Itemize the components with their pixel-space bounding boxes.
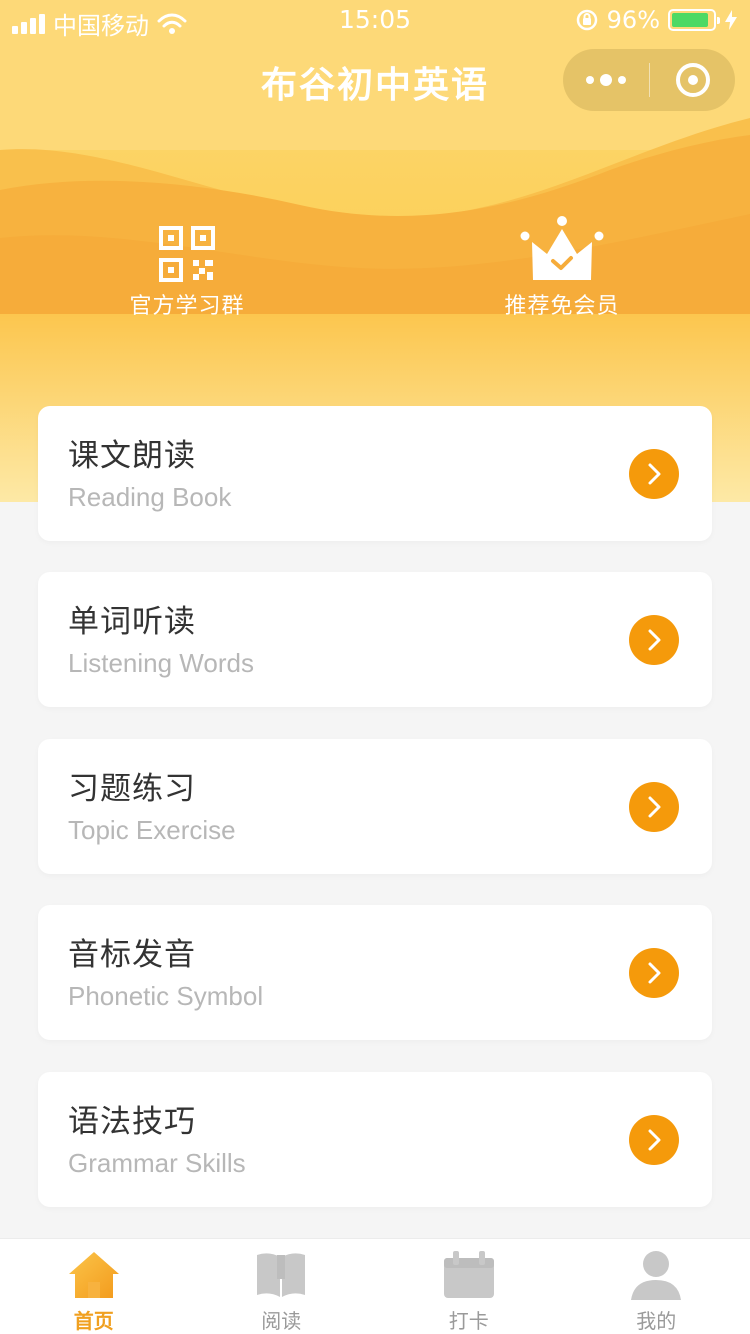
close-icon <box>675 63 710 97</box>
tab-home[interactable]: 首页 <box>0 1239 188 1334</box>
card-title: 课文朗读 <box>68 438 196 474</box>
menu-card-grammar-skills[interactable]: 语法技巧 Grammar Skills <box>38 1072 712 1207</box>
tab-reading[interactable]: 阅读 <box>188 1239 376 1334</box>
tab-label: 打卡 <box>448 1309 489 1333</box>
user-icon <box>630 1249 682 1301</box>
card-subtitle: Phonetic Symbol <box>68 981 264 1011</box>
miniprogram-capsule <box>563 49 735 111</box>
menu-card-topic-exercise[interactable]: 习题练习 Topic Exercise <box>38 739 712 874</box>
battery-icon <box>668 9 720 31</box>
quick-action-study-group[interactable]: 官方学习群 <box>77 210 297 320</box>
more-button[interactable] <box>563 49 649 111</box>
menu-card-phonetic-symbol[interactable]: 音标发音 Phonetic Symbol <box>38 905 712 1040</box>
card-title: 音标发音 <box>68 937 196 973</box>
card-subtitle: Grammar Skills <box>68 1148 246 1178</box>
status-bar: 中国移动 15:05 96% <box>0 0 750 40</box>
book-icon <box>255 1249 307 1301</box>
card-title: 语法技巧 <box>68 1104 196 1140</box>
chevron-right-icon[interactable] <box>629 449 679 499</box>
battery-percent: 96% <box>606 6 660 34</box>
chevron-right-icon[interactable] <box>629 948 679 998</box>
chevron-right-icon[interactable] <box>629 615 679 665</box>
card-subtitle: Topic Exercise <box>68 815 236 845</box>
tab-label: 首页 <box>73 1309 114 1333</box>
quick-action-label: 推荐免会员 <box>504 294 620 319</box>
menu-card-reading-book[interactable]: 课文朗读 Reading Book <box>38 406 712 541</box>
crown-icon <box>452 210 672 282</box>
quick-action-free-membership[interactable]: 推荐免会员 <box>452 210 672 320</box>
qrcode-icon <box>77 210 297 282</box>
charging-icon <box>725 10 737 30</box>
tab-mine[interactable]: 我的 <box>563 1239 750 1334</box>
menu-card-listening-words[interactable]: 单词听读 Listening Words <box>38 572 712 707</box>
orientation-lock-icon <box>576 9 597 31</box>
close-button[interactable] <box>650 49 735 111</box>
card-subtitle: Reading Book <box>68 482 232 512</box>
card-title: 习题练习 <box>68 771 196 807</box>
tab-bar: 首页 阅读 打卡 我的 <box>0 1238 750 1334</box>
chevron-right-icon[interactable] <box>629 1115 679 1165</box>
tab-checkin[interactable]: 打卡 <box>375 1239 563 1334</box>
card-subtitle: Listening Words <box>68 648 254 678</box>
status-right: 96% <box>575 6 738 34</box>
quick-action-label: 官方学习群 <box>129 294 245 319</box>
card-title: 单词听读 <box>68 604 196 640</box>
tab-label: 阅读 <box>261 1309 302 1333</box>
chevron-right-icon[interactable] <box>629 782 679 832</box>
calendar-icon <box>443 1249 495 1301</box>
home-icon <box>68 1249 120 1301</box>
app-screen: 中国移动 15:05 96% 布谷初中英语 官方学习群 推荐免会员 课文朗读 R… <box>0 0 750 1334</box>
tab-label: 我的 <box>636 1309 677 1333</box>
